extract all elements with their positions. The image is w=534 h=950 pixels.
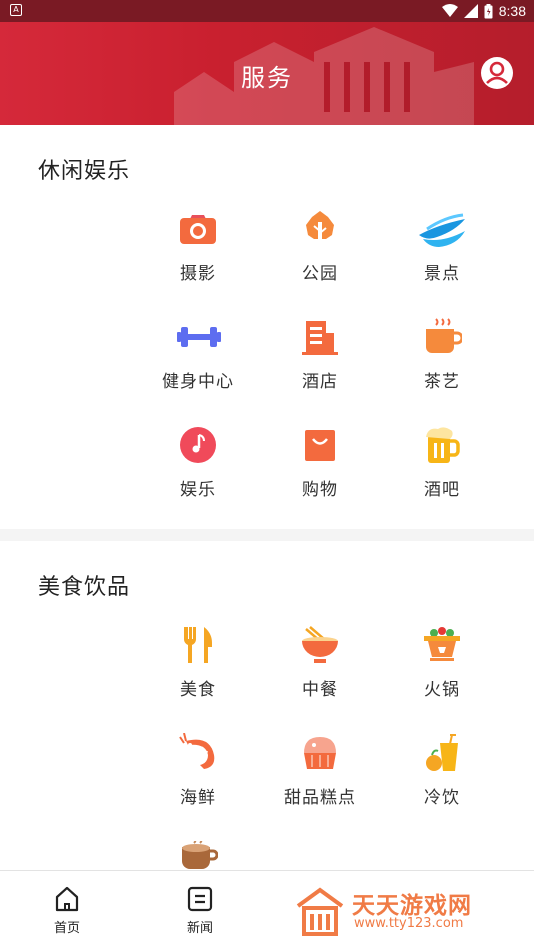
beer-mug-icon <box>426 427 460 463</box>
camera-icon <box>180 215 216 244</box>
service-item-tea[interactable]: 茶艺 <box>387 317 497 413</box>
item-label: 火锅 <box>424 680 460 700</box>
service-item-chinese-food[interactable]: 中餐 <box>265 625 375 721</box>
service-item-park[interactable]: 公园 <box>265 209 375 305</box>
item-label: 健身中心 <box>162 372 234 392</box>
item-label: 娱乐 <box>180 480 216 500</box>
wifi-icon <box>441 4 458 17</box>
service-item-entertainment[interactable]: 娱乐 <box>143 425 253 521</box>
service-item-desserts[interactable]: 甜品糕点 <box>265 733 375 829</box>
watermark-title: 天天游戏网 <box>352 893 472 919</box>
juice-icon <box>426 734 458 771</box>
shrimp-icon <box>179 733 215 769</box>
section-title: 美食饮品 <box>38 575 131 600</box>
status-icons: 8:38 <box>441 2 526 20</box>
header: 服务 <box>0 22 534 125</box>
clock: 8:38 <box>498 3 526 19</box>
watermark-logo: 天天游戏网 www.tty123.com <box>294 884 494 940</box>
item-label: 酒店 <box>302 372 338 392</box>
page-title: 服务 <box>241 64 293 92</box>
fork-knife-icon <box>183 627 212 663</box>
service-item-cold-drinks[interactable]: 冷饮 <box>387 733 497 829</box>
section-food-drinks: 美食饮品 美食 中餐 火锅 海鲜 甜品糕点 冷饮 <box>0 541 534 871</box>
item-label: 美食 <box>180 680 216 700</box>
section-leisure: 休闲娱乐 摄影 公园 景点 健身中心 酒店 茶艺 娱乐 购物 酒吧 <box>0 125 534 529</box>
tea-cup-icon <box>426 318 462 353</box>
service-item-food[interactable]: 美食 <box>143 625 253 721</box>
home-icon <box>55 886 79 912</box>
signal-icon <box>463 4 478 18</box>
service-item-hotpot[interactable]: 火锅 <box>387 625 497 721</box>
service-item-bar[interactable]: 酒吧 <box>387 425 497 521</box>
hotel-icon <box>302 321 338 355</box>
service-item-photography[interactable]: 摄影 <box>143 209 253 305</box>
cupcake-icon <box>304 737 336 769</box>
shopping-bag-icon <box>305 430 335 461</box>
site-logo-icon <box>296 887 344 936</box>
item-label: 甜品糕点 <box>284 788 356 808</box>
item-label: 景点 <box>424 264 460 284</box>
news-icon <box>187 886 213 912</box>
nav-label: 新闻 <box>186 921 213 936</box>
battery-icon <box>484 3 493 18</box>
status-bar: A 8:38 <box>0 0 534 22</box>
hotpot-icon <box>424 627 460 661</box>
section-title: 休闲娱乐 <box>38 159 131 184</box>
service-item-coffee[interactable] <box>143 841 253 871</box>
service-item-shopping[interactable]: 购物 <box>265 425 375 521</box>
dumbbell-icon <box>177 327 221 347</box>
user-icon[interactable] <box>480 56 514 90</box>
nav-label: 首页 <box>53 921 80 936</box>
service-item-seafood[interactable]: 海鲜 <box>143 733 253 829</box>
nav-home[interactable]: 首页 <box>37 885 97 936</box>
notification-icon: A <box>10 4 22 16</box>
item-label: 摄影 <box>180 264 216 284</box>
coffee-icon <box>182 841 218 869</box>
item-label: 茶艺 <box>424 372 460 392</box>
item-label: 中餐 <box>302 680 338 700</box>
service-item-fitness[interactable]: 健身中心 <box>143 317 253 413</box>
music-note-icon <box>180 427 216 463</box>
item-label: 公园 <box>302 264 338 284</box>
nav-news[interactable]: 新闻 <box>170 885 230 936</box>
service-item-hotel[interactable]: 酒店 <box>265 317 375 413</box>
watermark-url: www.tty123.com <box>354 916 464 931</box>
noodle-bowl-icon <box>302 626 338 663</box>
service-item-attractions[interactable]: 景点 <box>387 209 497 305</box>
wave-icon <box>419 213 465 247</box>
item-label: 购物 <box>302 480 338 500</box>
item-label: 冷饮 <box>424 788 460 808</box>
item-label: 海鲜 <box>180 788 216 808</box>
tree-icon <box>306 211 334 249</box>
item-label: 酒吧 <box>424 480 460 500</box>
